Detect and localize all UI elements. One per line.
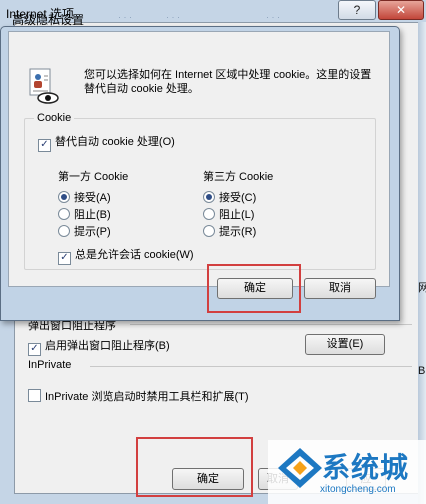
popup-settings-button[interactable]: 设置(E) [305, 334, 385, 355]
inprivate-label: InPrivate 浏览启动时禁用工具栏和扩展(T) [45, 391, 249, 403]
edge-fragment-b: B [418, 365, 426, 377]
watermark-brand: 系统城 [322, 452, 410, 483]
override-checkbox[interactable]: ✓ 替代自动 cookie 处理(O) [38, 133, 175, 152]
tab-ghost-3: · · · [266, 12, 280, 22]
third-party-heading: 第三方 Cookie [203, 171, 274, 183]
dialog-title: 高级隐私设置 [12, 13, 85, 27]
highlight-box-dialog-ok [207, 264, 301, 313]
override-label: 替代自动 cookie 处理(O) [55, 136, 175, 148]
watermark-url: xitongcheng.com [320, 484, 396, 495]
third-party-accept-radio[interactable]: 接受(C) [203, 189, 256, 205]
inprivate-checkbox[interactable]: InPrivate 浏览启动时禁用工具栏和扩展(T) [28, 388, 249, 404]
help-button[interactable]: ? [338, 0, 376, 20]
third-party-prompt-radio[interactable]: 提示(R) [203, 223, 256, 239]
checkbox-checked-icon: ✓ [38, 139, 51, 152]
section-divider [90, 366, 412, 367]
first-party-accept-radio[interactable]: 接受(A) [58, 189, 111, 205]
cookie-group-label: Cookie [34, 112, 75, 124]
session-cookie-label: 总是允许会话 cookie(W) [75, 249, 194, 261]
close-button[interactable]: ✕ [378, 0, 424, 20]
help-icon: ? [353, 3, 361, 17]
close-icon: ✕ [395, 3, 407, 17]
checkbox-unchecked-icon [28, 389, 41, 402]
radio-unselected-icon [58, 208, 70, 220]
tab-ghost-2: · · · [166, 12, 180, 22]
radio-unselected-icon [203, 225, 215, 237]
checkbox-checked-icon: ✓ [28, 343, 41, 356]
radio-label: 提示(R) [219, 226, 257, 238]
radio-label: 接受(A) [74, 192, 111, 204]
watermark-logo-icon [276, 446, 324, 492]
radio-label: 阻止(L) [219, 209, 255, 221]
popup-blocker-label: 启用弹出窗口阻止程序(B) [45, 340, 170, 352]
highlight-box-main-ok [136, 437, 253, 497]
radio-label: 阻止(B) [74, 209, 111, 221]
radio-label: 接受(C) [219, 192, 257, 204]
radio-unselected-icon [203, 208, 215, 220]
inprivate-heading: InPrivate [28, 359, 76, 371]
window-right-edge [418, 22, 426, 504]
dialog-cancel-button[interactable]: 取消 [304, 278, 376, 299]
third-party-block-radio[interactable]: 阻止(L) [203, 206, 254, 222]
radio-selected-icon [58, 191, 70, 203]
popup-blocker-checkbox[interactable]: ✓ 启用弹出窗口阻止程序(B) [28, 337, 170, 356]
edge-fragment-a: 网 [418, 282, 426, 294]
radio-unselected-icon [58, 225, 70, 237]
section-divider [130, 324, 412, 325]
session-cookie-checkbox[interactable]: ✓ 总是允许会话 cookie(W) [58, 246, 194, 265]
dialog-intro-text: 您可以选择如何在 Internet 区域中处理 cookie。这里的设置替代自动… [84, 69, 372, 95]
first-party-prompt-radio[interactable]: 提示(P) [58, 223, 111, 239]
first-party-block-radio[interactable]: 阻止(B) [58, 206, 111, 222]
radio-label: 提示(P) [74, 226, 111, 238]
radio-selected-icon [203, 191, 215, 203]
tab-ghost-1: · · · [118, 12, 132, 22]
checkbox-checked-icon: ✓ [58, 252, 71, 265]
first-party-heading: 第一方 Cookie [58, 171, 129, 183]
privacy-document-eye-icon [28, 68, 60, 106]
